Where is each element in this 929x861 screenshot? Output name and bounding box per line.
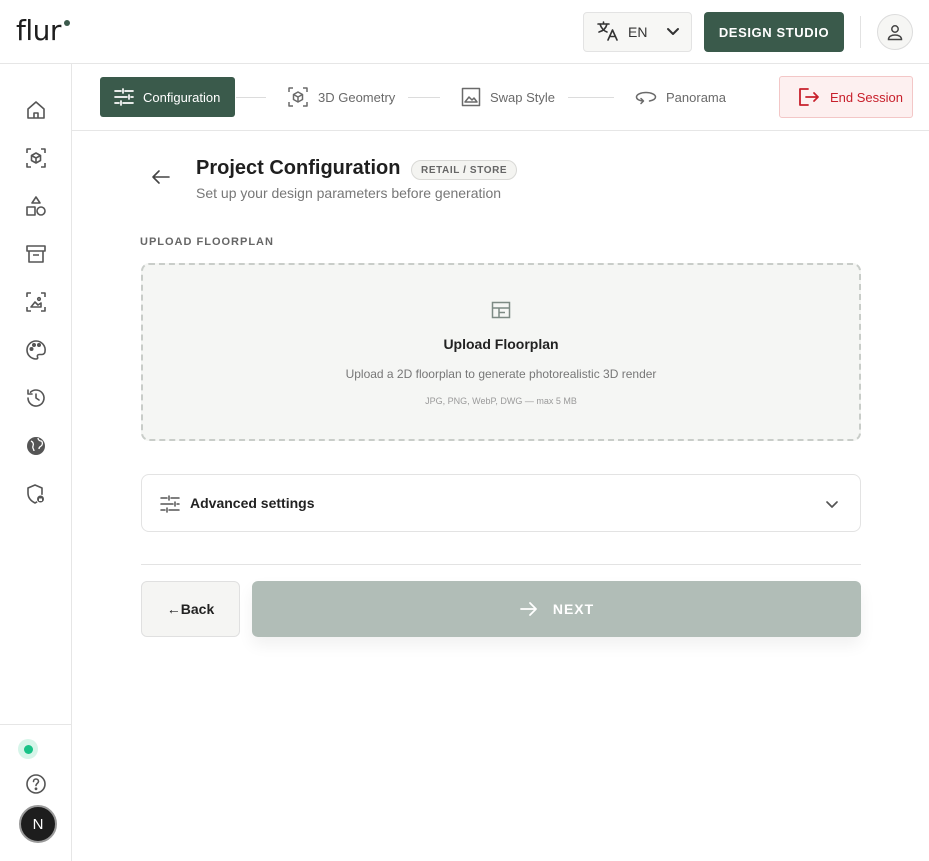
upload-description: Upload a 2D floorplan to generate photor… — [345, 367, 657, 381]
globe-icon — [27, 437, 45, 455]
help-icon — [26, 774, 46, 794]
page-title: Project Configuration — [196, 157, 401, 179]
app-logo[interactable]: flur — [16, 14, 61, 47]
advanced-settings-label: Advanced settings — [190, 495, 315, 511]
image-icon — [461, 87, 481, 107]
upload-section-label: UPLOAD FLOORPLAN — [140, 236, 274, 248]
palette-icon — [26, 340, 46, 360]
advanced-settings-toggle[interactable]: Advanced settings — [141, 474, 861, 532]
content-divider — [141, 564, 861, 565]
archive-icon — [26, 245, 46, 263]
history-icon — [27, 389, 45, 407]
sidebar-item-home[interactable] — [24, 98, 48, 122]
sidebar-item-security[interactable] — [24, 482, 48, 506]
step-label: Panorama — [666, 89, 726, 105]
help-button[interactable] — [24, 772, 48, 796]
arrow-right-icon — [519, 602, 537, 616]
arrow-left-icon — [152, 170, 170, 184]
workflow-stepper: Configuration 3D Geometry Swap Style Pan… — [72, 64, 929, 131]
sidebar: N — [0, 64, 72, 861]
language-selector[interactable]: EN — [583, 12, 692, 52]
top-header: flur EN DESIGN STUDIO — [0, 0, 929, 64]
panorama-icon — [635, 91, 657, 105]
next-button[interactable]: NEXT — [252, 581, 861, 637]
step-label: 3D Geometry — [318, 89, 396, 105]
shapes-icon — [26, 196, 46, 216]
sidebar-item-styles[interactable] — [24, 338, 48, 362]
user-account-button[interactable] — [877, 14, 913, 50]
step-label: Configuration — [143, 89, 221, 105]
design-studio-button[interactable]: DESIGN STUDIO — [704, 12, 844, 52]
online-dot — [23, 744, 33, 754]
translate-icon — [597, 20, 619, 44]
header-divider — [860, 16, 861, 48]
logout-icon — [799, 88, 819, 106]
status-indicator — [18, 739, 38, 759]
cube-outline-icon — [288, 87, 308, 107]
back-arrow-button[interactable] — [150, 166, 172, 188]
project-type-badge: RETAIL / STORE — [411, 160, 518, 180]
step-3d-geometry[interactable]: 3D Geometry — [287, 77, 395, 117]
image-frame-icon — [26, 292, 46, 312]
step-connector — [408, 97, 440, 98]
step-configuration[interactable]: Configuration — [100, 77, 235, 117]
sidebar-separator — [0, 724, 71, 725]
end-session-button[interactable]: End Session — [779, 76, 913, 118]
step-panorama[interactable]: Panorama — [635, 77, 726, 117]
step-label: Swap Style — [490, 89, 556, 105]
sidebar-item-archive[interactable] — [24, 242, 48, 266]
sliders-icon — [114, 88, 134, 106]
floorplan-upload-dropzone[interactable]: Upload Floorplan Upload a 2D floorplan t… — [141, 263, 861, 441]
sidebar-item-3d[interactable] — [24, 146, 48, 170]
sidebar-item-explore[interactable] — [24, 434, 48, 458]
floorplan-icon — [491, 301, 511, 319]
back-button[interactable]: ←Back — [141, 581, 240, 637]
cube-icon — [26, 148, 46, 168]
page-subtitle: Set up your design parameters before gen… — [196, 185, 502, 201]
avatar[interactable]: N — [19, 805, 57, 843]
upload-title: Upload Floorplan — [443, 336, 559, 352]
shield-lock-icon — [27, 484, 45, 504]
step-swap-style[interactable]: Swap Style — [461, 77, 555, 117]
logo-dot — [64, 20, 70, 26]
sidebar-item-gallery[interactable] — [24, 290, 48, 314]
home-icon — [27, 101, 45, 119]
sidebar-item-objects[interactable] — [24, 194, 48, 218]
chevron-down-icon — [823, 495, 841, 513]
next-label: NEXT — [552, 601, 595, 617]
chevron-down-icon — [666, 27, 680, 37]
step-connector — [236, 97, 266, 98]
sidebar-item-history[interactable] — [24, 386, 48, 410]
sliders-icon — [160, 494, 180, 514]
end-session-label: End Session — [830, 89, 903, 105]
upload-formats: JPG, PNG, WebP, DWG — max 5 MB — [425, 396, 577, 406]
user-icon — [886, 23, 904, 41]
step-connector — [568, 97, 614, 98]
language-code: EN — [628, 24, 648, 40]
